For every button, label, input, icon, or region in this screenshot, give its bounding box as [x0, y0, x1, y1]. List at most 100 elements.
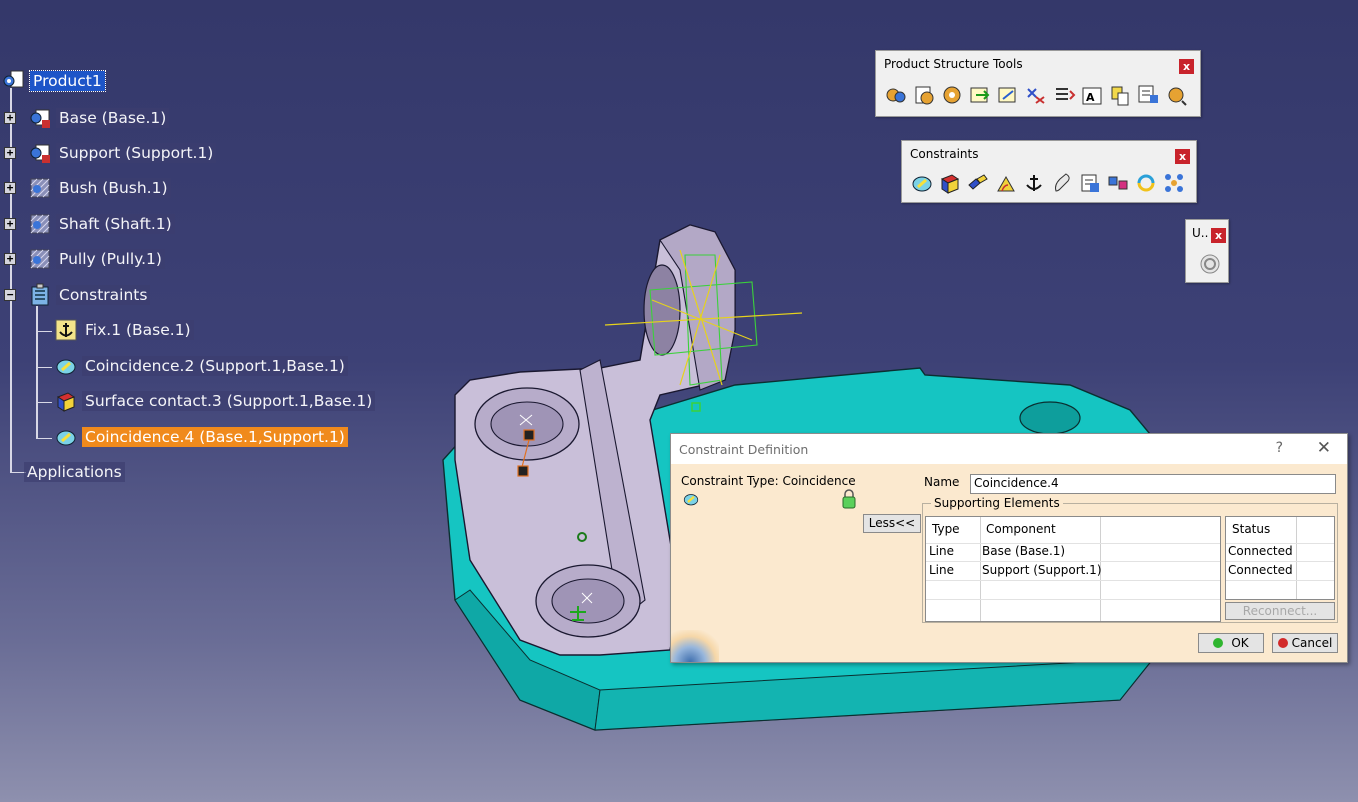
multi-instantiation-icon[interactable] — [1164, 83, 1188, 107]
replace-component-icon[interactable] — [1024, 83, 1048, 107]
fix-together-icon[interactable] — [1050, 171, 1074, 195]
expand-plus-icon[interactable]: + — [4, 112, 16, 124]
tree-label-root[interactable]: Product1 — [29, 70, 106, 92]
update-toolbar[interactable]: U.. x — [1185, 219, 1229, 283]
manage-representations-icon[interactable] — [1136, 83, 1160, 107]
tree-label-support[interactable]: Support (Support.1) — [56, 143, 217, 163]
reconnect-button[interactable]: Reconnect... — [1225, 602, 1335, 620]
product-icon — [3, 70, 24, 88]
tree-node-constraints[interactable]: − Constraints — [4, 283, 151, 307]
expand-plus-icon[interactable]: + — [4, 218, 16, 230]
flexible-rigid-subassembly-icon[interactable] — [1106, 171, 1130, 195]
coincidence-constraint-icon[interactable] — [910, 171, 934, 195]
component-hatched-icon — [30, 214, 50, 234]
tree-label-bush[interactable]: Bush (Bush.1) — [56, 178, 171, 198]
tree-label-constraints[interactable]: Constraints — [56, 285, 151, 305]
constraint-definition-dialog[interactable]: Constraint Definition ? ✕ Constraint Typ… — [670, 433, 1348, 663]
tree-node-fix1[interactable]: Fix.1 (Base.1) — [54, 318, 194, 342]
close-icon[interactable]: x — [1211, 228, 1226, 243]
tree-label-base[interactable]: Base (Base.1) — [56, 108, 170, 128]
ok-icon — [1213, 638, 1224, 648]
tree-node-product1[interactable]: Product1 — [2, 69, 106, 93]
supporting-elements-table[interactable]: Type Component Line Base (Base.1) Line S… — [925, 516, 1221, 622]
base-hole — [1019, 401, 1081, 435]
tree-label-applications[interactable]: Applications — [24, 462, 125, 482]
tree-node-support[interactable]: + Support (Support.1) — [4, 141, 217, 165]
table-cell-component[interactable]: Support (Support.1) — [982, 563, 1102, 577]
tree-label-coincidence4[interactable]: Coincidence.4 (Base.1,Support.1) — [82, 427, 348, 447]
constraints-toolbar[interactable]: Constraints x — [901, 140, 1197, 203]
tree-node-shaft[interactable]: + Shaft (Shaft.1) — [4, 212, 175, 236]
tree-label-fix1[interactable]: Fix.1 (Base.1) — [82, 320, 194, 340]
dialog-title: Constraint Definition — [679, 442, 809, 457]
tree-node-bush[interactable]: + Bush (Bush.1) — [4, 176, 171, 200]
table-cell-type[interactable]: Line — [929, 544, 954, 558]
svg-text:A: A — [1086, 91, 1095, 104]
name-field[interactable]: Coincidence.4 — [970, 474, 1336, 494]
collapse-minus-icon[interactable]: − — [4, 289, 16, 301]
dialog-titlebar[interactable]: Constraint Definition ? ✕ — [671, 434, 1347, 464]
contact-constraint-icon[interactable] — [938, 171, 962, 195]
table-cell-status[interactable]: Connected — [1228, 563, 1293, 577]
column-header-component[interactable]: Component — [986, 522, 1056, 536]
tree-node-coincidence4[interactable]: Coincidence.4 (Base.1,Support.1) — [54, 425, 348, 449]
constraint-type-label: Constraint Type: Coincidence — [681, 474, 856, 488]
cancel-label: Cancel — [1291, 636, 1333, 650]
tree-label-pully[interactable]: Pully (Pully.1) — [56, 249, 165, 269]
component-icon — [30, 144, 50, 163]
close-icon[interactable]: ✕ — [1317, 438, 1331, 458]
tree-label-surface-contact3[interactable]: Surface contact.3 (Support.1,Base.1) — [82, 391, 376, 411]
ok-button[interactable]: OK — [1198, 633, 1264, 653]
close-icon[interactable]: x — [1179, 59, 1194, 74]
less-button[interactable]: Less<< — [863, 514, 921, 533]
product-structure-tools-toolbar[interactable]: Product Structure Tools x A — [875, 50, 1201, 117]
offset-constraint-icon[interactable] — [966, 171, 990, 195]
lock-status-icon[interactable] — [842, 489, 856, 509]
supporting-elements-label: Supporting Elements — [931, 496, 1063, 510]
expand-plus-icon[interactable]: + — [4, 147, 16, 159]
table-cell-type[interactable]: Line — [929, 563, 954, 577]
change-constraint-icon[interactable] — [1134, 171, 1158, 195]
update-all-icon[interactable] — [1198, 252, 1222, 276]
selective-load-icon[interactable] — [1108, 83, 1132, 107]
cancel-icon — [1277, 638, 1288, 648]
tree-node-pully[interactable]: + Pully (Pully.1) — [4, 247, 165, 271]
generate-numbering-icon[interactable]: A — [1080, 83, 1104, 107]
coincidence-icon — [683, 494, 699, 506]
fix-component-icon[interactable] — [1022, 171, 1046, 195]
quick-constraint-icon[interactable] — [1078, 171, 1102, 195]
status-table[interactable]: Status Connected Connected — [1225, 516, 1335, 600]
dialog-corner-logo — [671, 630, 719, 662]
tree-node-coincidence2[interactable]: Coincidence.2 (Support.1,Base.1) — [54, 354, 348, 378]
insert-new-part-icon[interactable] — [940, 83, 964, 107]
column-header-type[interactable]: Type — [932, 522, 960, 536]
help-icon[interactable]: ? — [1276, 440, 1283, 456]
constraints-folder-icon — [31, 283, 49, 306]
insert-new-product-icon[interactable] — [912, 83, 936, 107]
expand-plus-icon[interactable]: + — [4, 253, 16, 265]
close-icon[interactable]: x — [1175, 149, 1190, 164]
tree-label-coincidence2[interactable]: Coincidence.2 (Support.1,Base.1) — [82, 356, 348, 376]
tree-label-shaft[interactable]: Shaft (Shaft.1) — [56, 214, 175, 234]
toolbar-title: Constraints — [910, 147, 979, 161]
existing-component-positioning-icon[interactable] — [996, 83, 1020, 107]
tree-node-base[interactable]: + Base (Base.1) — [4, 106, 170, 130]
reuse-pattern-icon[interactable] — [1162, 171, 1186, 195]
ok-label: OK — [1231, 636, 1249, 650]
existing-component-icon[interactable] — [968, 83, 992, 107]
surface-contact-icon — [56, 392, 76, 412]
column-header-status[interactable]: Status — [1232, 522, 1270, 536]
tree-node-surface-contact3[interactable]: Surface contact.3 (Support.1,Base.1) — [54, 389, 376, 413]
support-hole-top — [643, 264, 681, 356]
table-cell-component[interactable]: Base (Base.1) — [982, 544, 1065, 558]
name-label: Name — [924, 475, 960, 489]
insert-new-component-icon[interactable] — [884, 83, 908, 107]
table-cell-status[interactable]: Connected — [1228, 544, 1293, 558]
expand-plus-icon[interactable]: + — [4, 182, 16, 194]
graph-tree-reordering-icon[interactable] — [1052, 83, 1076, 107]
cancel-button[interactable]: Cancel — [1272, 633, 1338, 653]
toolbar-title: Product Structure Tools — [884, 57, 1023, 71]
tree-node-applications[interactable]: Applications — [24, 460, 125, 484]
coincidence-icon — [56, 430, 76, 446]
angle-constraint-icon[interactable] — [994, 171, 1018, 195]
